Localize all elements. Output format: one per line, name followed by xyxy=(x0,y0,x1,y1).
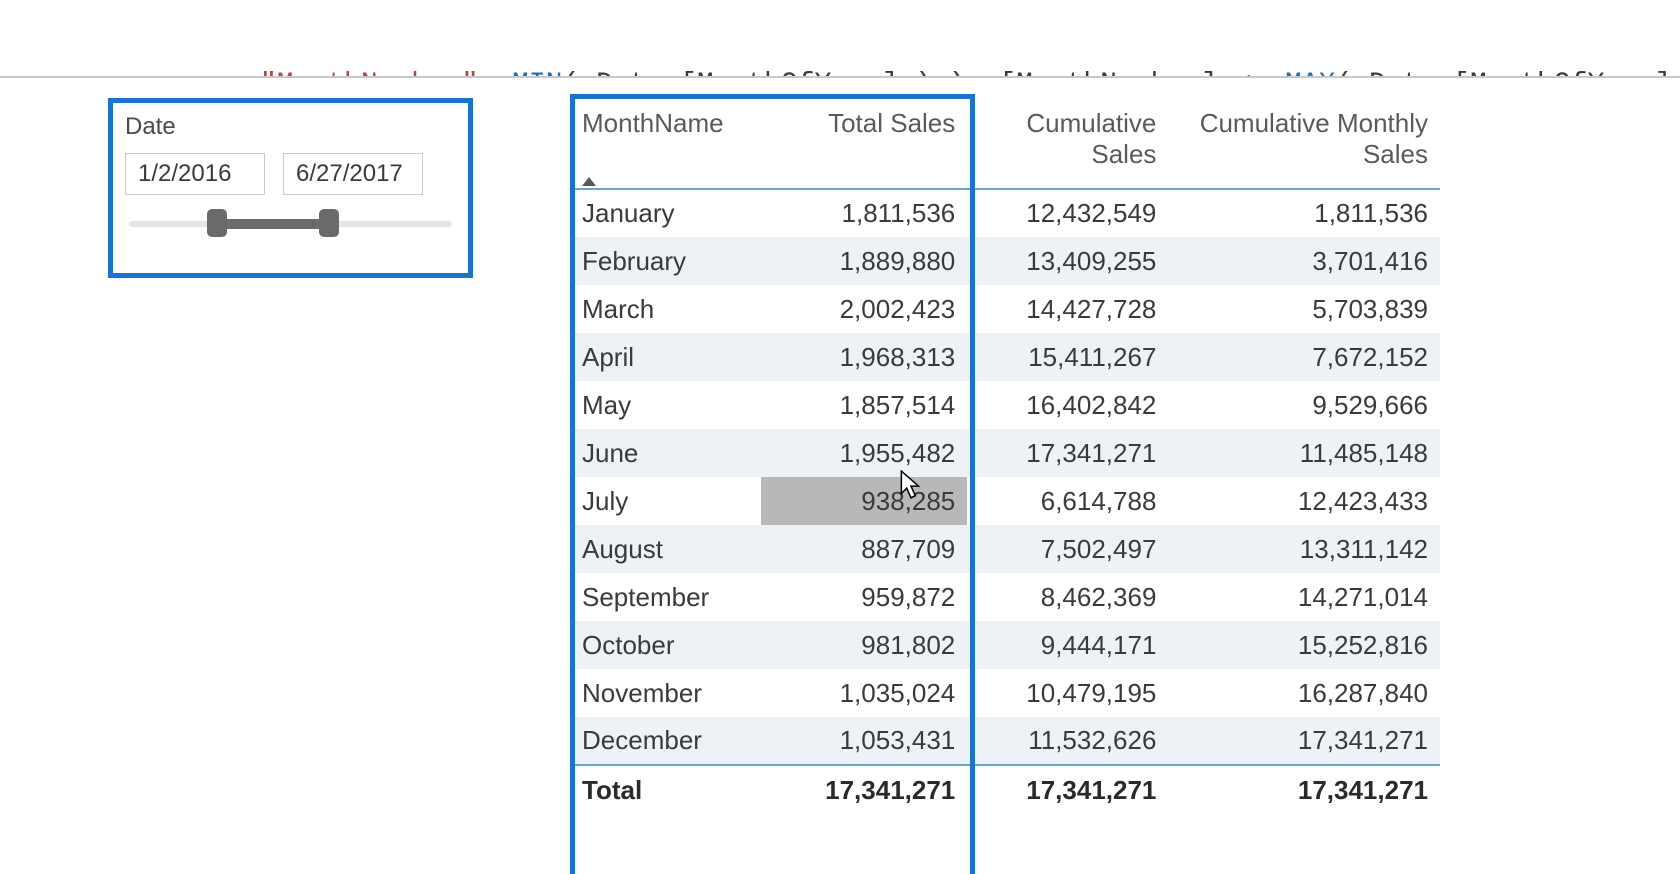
table-cell[interactable]: 1,968,313 xyxy=(761,333,967,381)
table-cell[interactable]: 7,502,497 xyxy=(967,525,1168,573)
table-row[interactable]: June1,955,48217,341,27111,485,148 xyxy=(570,429,1440,477)
table-cell[interactable]: 1,811,536 xyxy=(761,189,967,237)
table-cell[interactable]: 981,802 xyxy=(761,621,967,669)
table-cell[interactable]: 9,529,666 xyxy=(1168,381,1440,429)
table-row[interactable]: May1,857,51416,402,8429,529,666 xyxy=(570,381,1440,429)
table-cell[interactable]: 7,672,152 xyxy=(1168,333,1440,381)
col-cumulative-monthly-sales-header[interactable]: Cumulative Monthly Sales xyxy=(1168,100,1440,189)
table-cell[interactable]: 14,271,014 xyxy=(1168,573,1440,621)
table-cell[interactable]: 17,341,271 xyxy=(967,429,1168,477)
total-label: Total xyxy=(570,765,761,815)
table-cell[interactable]: November xyxy=(570,669,761,717)
table-row[interactable]: April1,968,31315,411,2677,672,152 xyxy=(570,333,1440,381)
table-visual[interactable]: MonthName Total Sales Cumulative Sales C… xyxy=(570,94,1440,815)
table-cell[interactable]: 3,701,416 xyxy=(1168,237,1440,285)
table-cell[interactable]: 1,811,536 xyxy=(1168,189,1440,237)
table-cell[interactable]: 14,427,728 xyxy=(967,285,1168,333)
table-cell[interactable]: 1,889,880 xyxy=(761,237,967,285)
table-cell[interactable]: 959,872 xyxy=(761,573,967,621)
table-cell[interactable]: 10,479,195 xyxy=(967,669,1168,717)
formula-token: ( Dates[MonthOfYear] ) ), [MonthNumber] … xyxy=(562,69,1285,78)
table-row[interactable]: October981,8029,444,17115,252,816 xyxy=(570,621,1440,669)
table-cell[interactable]: May xyxy=(570,381,761,429)
table-row[interactable]: August887,7097,502,49713,311,142 xyxy=(570,525,1440,573)
formula-token: MIN xyxy=(512,69,562,78)
col-total-sales-header[interactable]: Total Sales xyxy=(761,100,967,189)
table-cell[interactable]: 11,485,148 xyxy=(1168,429,1440,477)
table-row[interactable]: September959,8728,462,36914,271,014 xyxy=(570,573,1440,621)
table-cell[interactable]: 1,955,482 xyxy=(761,429,967,477)
table-cell[interactable]: 5,703,839 xyxy=(1168,285,1440,333)
table-cell[interactable]: 13,409,255 xyxy=(967,237,1168,285)
table-cell[interactable]: July xyxy=(570,477,761,525)
col-cumulative-sales-header[interactable]: Cumulative Sales xyxy=(967,100,1168,189)
formula-token: MAX xyxy=(1285,69,1335,78)
table-cell[interactable]: 16,287,840 xyxy=(1168,669,1440,717)
table-row[interactable]: November1,035,02410,479,19516,287,840 xyxy=(570,669,1440,717)
table-cell[interactable]: 1,857,514 xyxy=(761,381,967,429)
slider-thumb-end[interactable] xyxy=(319,209,339,237)
table-cell[interactable]: 9,444,171 xyxy=(967,621,1168,669)
table-cell[interactable]: 12,423,433 xyxy=(1168,477,1440,525)
table-cell[interactable]: 13,311,142 xyxy=(1168,525,1440,573)
slicer-title: Date xyxy=(125,113,456,141)
formula-token: ( Dates[MonthOfYear] ) ), xyxy=(1335,69,1680,78)
table-cell[interactable]: 15,411,267 xyxy=(967,333,1168,381)
total-cumulative-sales: 17,341,271 xyxy=(967,765,1168,815)
table-cell[interactable]: June xyxy=(570,429,761,477)
table-cell[interactable]: January xyxy=(570,189,761,237)
date-slicer[interactable]: Date 1/2/2016 6/27/2017 xyxy=(108,98,473,278)
formula-bar[interactable]: "MonthNumber", MIN( Dates[MonthOfYear] )… xyxy=(0,0,1680,78)
table-cell[interactable]: 16,402,842 xyxy=(967,381,1168,429)
table-cell[interactable]: August xyxy=(570,525,761,573)
slider-thumb-start[interactable] xyxy=(207,209,227,237)
col-monthname-header[interactable]: MonthName xyxy=(570,100,761,189)
table-cell[interactable]: March xyxy=(570,285,761,333)
table-cell[interactable]: 11,532,626 xyxy=(967,717,1168,765)
table-cell[interactable]: 17,341,271 xyxy=(1168,717,1440,765)
slicer-to-input[interactable]: 6/27/2017 xyxy=(283,153,423,195)
table-cell[interactable]: 6,614,788 xyxy=(967,477,1168,525)
table-cell[interactable]: 1,035,024 xyxy=(761,669,967,717)
table-cell[interactable]: 12,432,549 xyxy=(967,189,1168,237)
slicer-range-slider[interactable] xyxy=(129,215,452,233)
table-row[interactable]: March2,002,42314,427,7285,703,839 xyxy=(570,285,1440,333)
table-cell[interactable]: 15,252,816 xyxy=(1168,621,1440,669)
slicer-from-input[interactable]: 1/2/2016 xyxy=(125,153,265,195)
table-cell[interactable]: April xyxy=(570,333,761,381)
table-cell[interactable]: February xyxy=(570,237,761,285)
table-cell[interactable]: 2,002,423 xyxy=(761,285,967,333)
formula-token: "MonthNumber" xyxy=(260,69,478,78)
sort-asc-icon xyxy=(582,177,596,186)
report-canvas[interactable]: Date 1/2/2016 6/27/2017 MonthNa xyxy=(0,78,1680,874)
table-cell[interactable]: 1,053,431 xyxy=(761,717,967,765)
table-row[interactable]: July938,2856,614,78812,423,433 xyxy=(570,477,1440,525)
table-cell[interactable]: 8,462,369 xyxy=(967,573,1168,621)
total-cumulative-monthly-sales: 17,341,271 xyxy=(1168,765,1440,815)
table-cell[interactable]: 938,285 xyxy=(761,477,967,525)
formula-token: , xyxy=(478,69,512,78)
table-cell[interactable]: October xyxy=(570,621,761,669)
table-row[interactable]: February1,889,88013,409,2553,701,416 xyxy=(570,237,1440,285)
table-row[interactable]: December1,053,43111,532,62617,341,271 xyxy=(570,717,1440,765)
table-cell[interactable]: September xyxy=(570,573,761,621)
total-total-sales: 17,341,271 xyxy=(761,765,967,815)
table-cell[interactable]: 887,709 xyxy=(761,525,967,573)
table-cell[interactable]: December xyxy=(570,717,761,765)
table-row[interactable]: January1,811,53612,432,5491,811,536 xyxy=(570,189,1440,237)
